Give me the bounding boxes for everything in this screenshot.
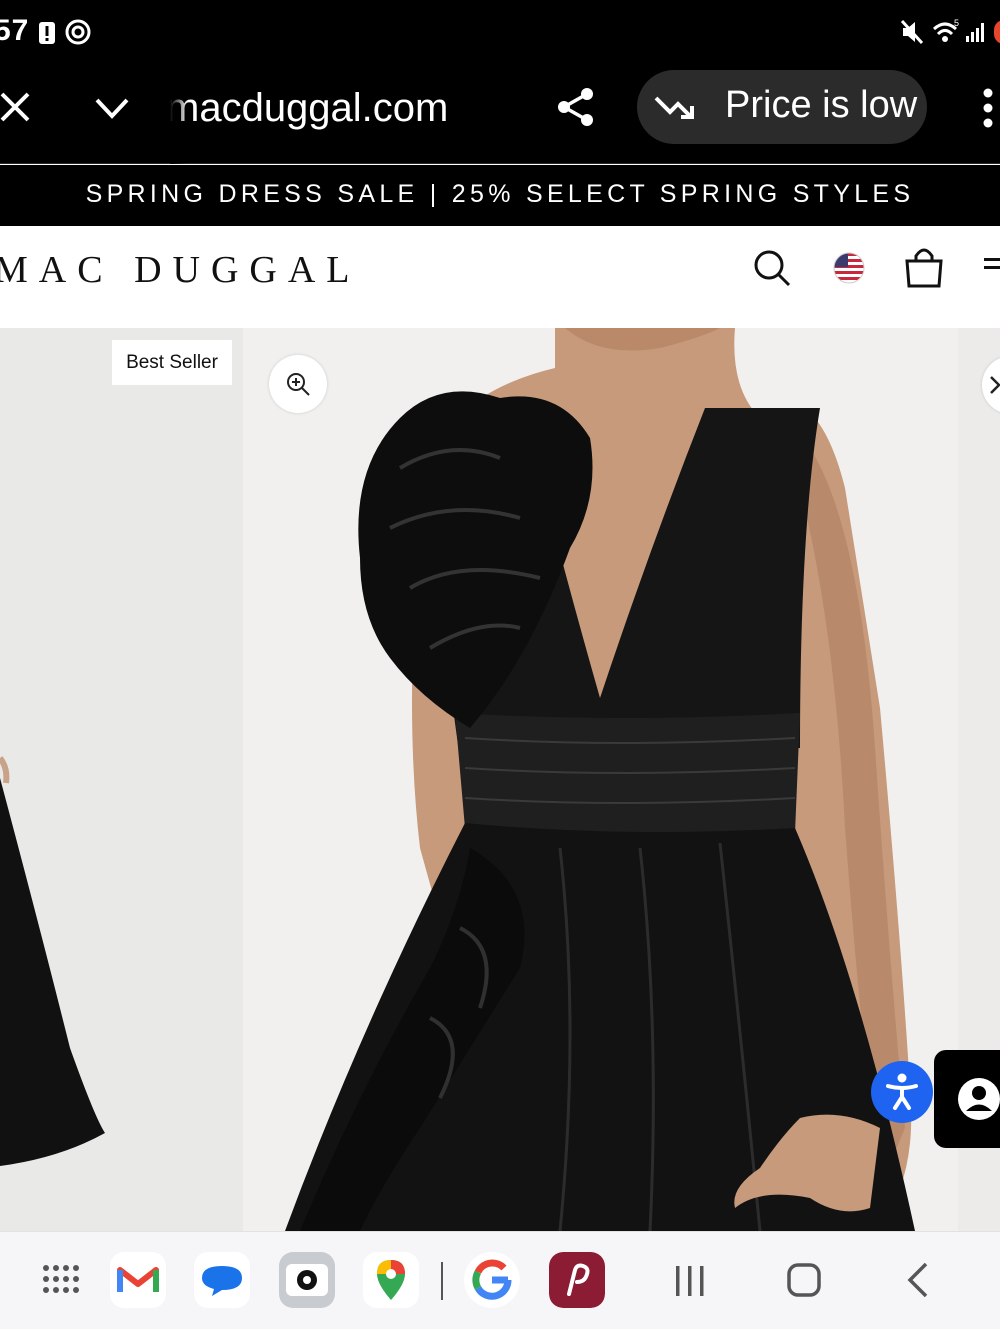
wifi-icon: 5 — [932, 18, 959, 42]
price-chip-label: Price is low — [725, 84, 918, 126]
accessibility-button[interactable] — [871, 1061, 933, 1123]
url-field[interactable]: macduggal.com — [170, 64, 610, 164]
alert-icon — [39, 22, 55, 44]
product-photo — [0, 328, 1000, 1231]
chat-button[interactable] — [934, 1050, 1000, 1148]
svg-text:5: 5 — [954, 18, 959, 28]
chevron-down-icon[interactable] — [94, 96, 130, 120]
us-flag-icon[interactable] — [832, 251, 866, 285]
camera-icon[interactable] — [279, 1252, 335, 1308]
zoom-in-icon — [287, 373, 310, 396]
gmail-icon[interactable] — [110, 1252, 166, 1308]
apps-grid-icon[interactable] — [32, 1252, 88, 1308]
status-bar: 57 5 — [0, 0, 1000, 64]
threads-icon — [65, 19, 91, 45]
site-logo[interactable]: MAC DUGGAL — [0, 248, 361, 292]
messages-icon[interactable] — [194, 1252, 250, 1308]
back-icon[interactable] — [890, 1252, 946, 1308]
shopping-bag-icon[interactable] — [904, 246, 944, 288]
menu-icon[interactable] — [984, 256, 1000, 278]
google-icon[interactable] — [464, 1252, 520, 1308]
more-vert-icon[interactable] — [982, 88, 994, 128]
close-icon[interactable] — [0, 92, 30, 122]
promo-banner[interactable]: SPRING DRESS SALE | 25% SELECT SPRING ST… — [0, 165, 1000, 226]
taskbar-divider — [441, 1262, 443, 1300]
home-icon[interactable] — [776, 1252, 832, 1308]
maps-icon[interactable] — [363, 1252, 419, 1308]
next-arrow-icon — [990, 376, 1000, 394]
notification-dot — [994, 20, 1000, 44]
product-image-gallery[interactable]: Best Seller — [0, 328, 1000, 1231]
price-insight-chip[interactable]: Price is low — [637, 70, 927, 144]
url-text: macduggal.com — [170, 86, 449, 130]
trend-down-icon — [654, 96, 694, 119]
search-icon[interactable] — [752, 248, 792, 288]
best-seller-badge: Best Seller — [112, 340, 232, 385]
recents-icon[interactable] — [662, 1252, 718, 1308]
share-icon[interactable] — [555, 86, 597, 128]
accessibility-icon — [886, 1073, 918, 1110]
promo-text: SPRING DRESS SALE | 25% SELECT SPRING ST… — [85, 180, 915, 208]
site-header: MAC DUGGAL — [0, 226, 1000, 328]
signal-icon — [966, 23, 984, 42]
status-time: 57 — [0, 14, 30, 47]
android-taskbar — [0, 1231, 1000, 1329]
app-icon[interactable] — [549, 1252, 605, 1308]
browser-toolbar: macduggal.com Price is low — [0, 64, 1000, 164]
chat-icon — [958, 1078, 1000, 1120]
zoom-button[interactable] — [269, 355, 327, 413]
mute-icon — [900, 19, 924, 45]
